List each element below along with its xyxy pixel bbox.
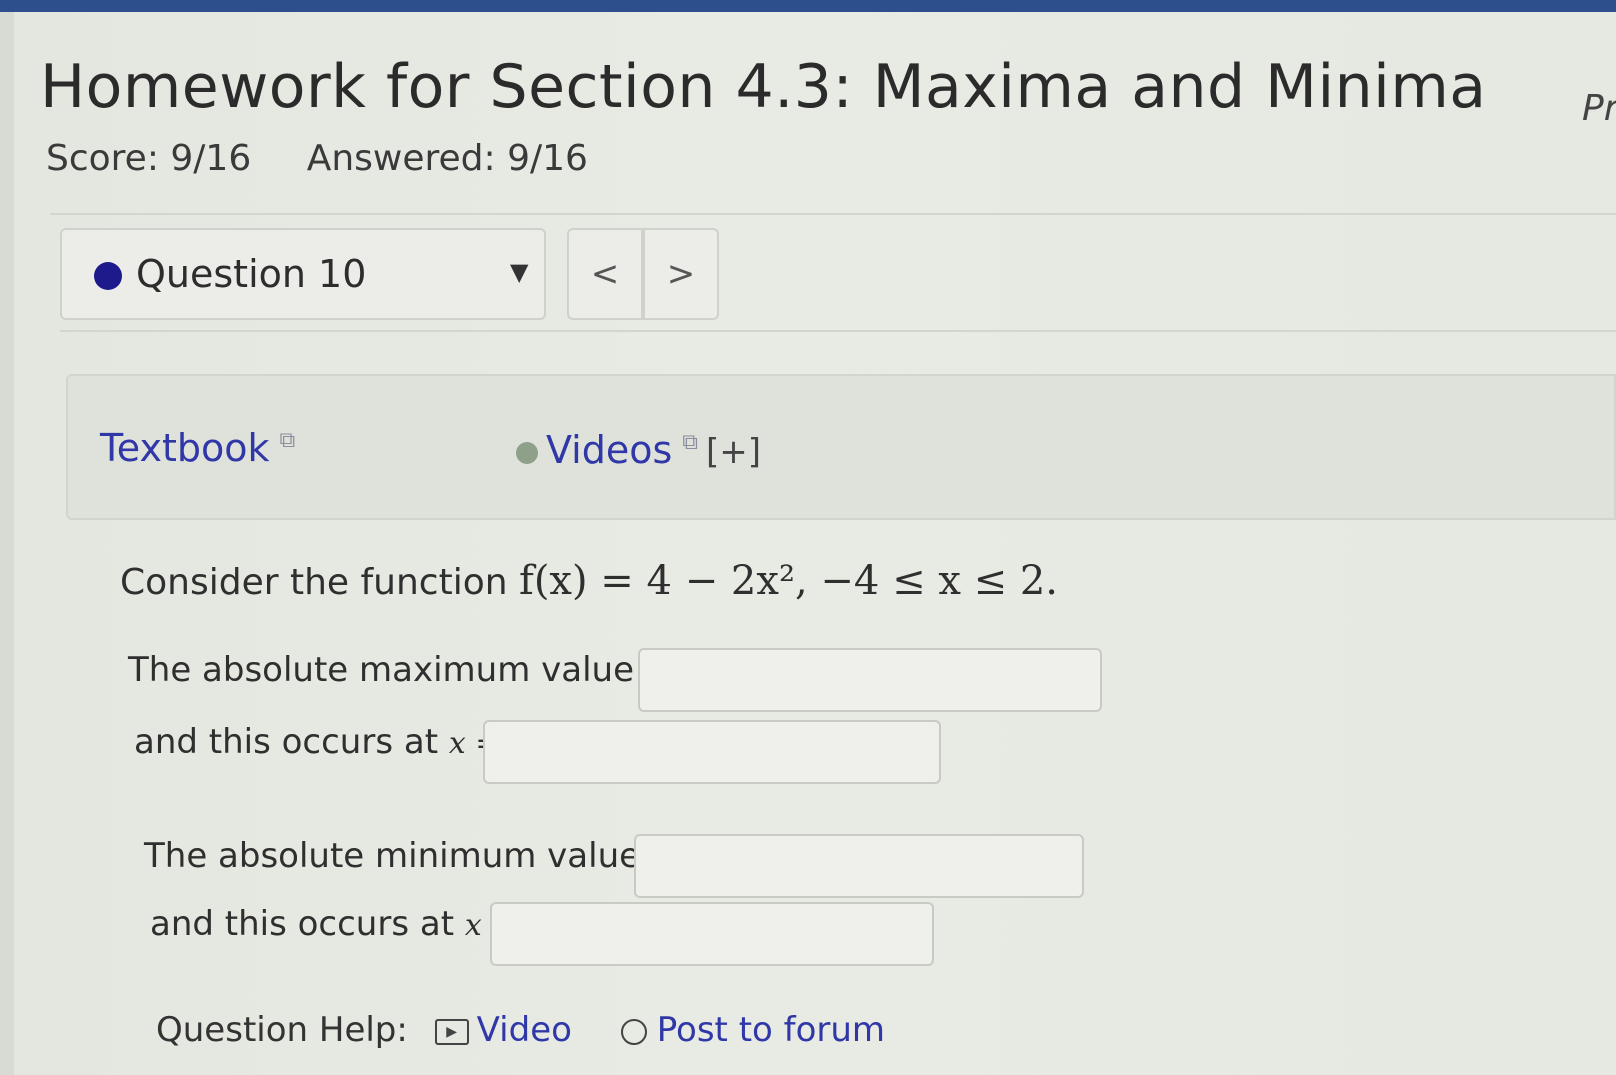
question-help: Question Help: ▶ Video Post to forum — [156, 1010, 885, 1050]
max-location-text: and this occurs at — [134, 722, 439, 762]
divider-bottom — [60, 330, 1616, 332]
speech-bubble-icon — [620, 1018, 647, 1045]
min-value-label: The absolute minimum value is — [144, 836, 679, 876]
question-select-label: Question 10 — [136, 252, 367, 296]
textbook-link[interactable]: Textbook ⧉ — [100, 426, 295, 470]
video-icon: ▶ — [434, 1018, 469, 1045]
min-value-input[interactable] — [634, 834, 1084, 898]
resources-panel: Textbook ⧉ Videos ⧉ [+] — [66, 374, 1616, 520]
status-dot-icon — [94, 262, 122, 290]
max-value-input[interactable] — [638, 648, 1102, 712]
post-to-forum-label: Post to forum — [656, 1010, 886, 1050]
corner-text[interactable]: Pr — [1582, 88, 1616, 129]
min-location-input[interactable] — [490, 902, 934, 966]
function-expression: f(x) = 4 − 2x², −4 ≤ x ≤ 2. — [519, 558, 1058, 604]
expand-videos[interactable]: [+] — [706, 432, 761, 472]
videos-label: Videos — [546, 428, 673, 472]
left-edge — [0, 12, 14, 1075]
divider-top — [50, 213, 1616, 215]
min-location-text: and this occurs at — [150, 904, 455, 944]
external-link-icon: ⧉ — [279, 428, 296, 454]
help-label: Question Help: — [156, 1010, 408, 1050]
max-location-label: and this occurs at x = — [134, 722, 500, 762]
prev-question-button[interactable]: < — [567, 228, 643, 320]
help-video-link[interactable]: ▶ Video — [434, 1010, 572, 1050]
caret-down-icon: ▼ — [510, 258, 529, 286]
min-location-label: and this occurs at x = — [150, 904, 516, 944]
page-title: Homework for Section 4.3: Maxima and Min… — [40, 52, 1487, 122]
answered: Answered: 9/16 — [306, 138, 588, 179]
score: Score: 9/16 — [46, 138, 252, 179]
max-value-label: The absolute maximum value is — [128, 650, 672, 690]
post-to-forum-link[interactable]: Post to forum — [599, 1010, 885, 1050]
top-bar — [0, 0, 1616, 12]
external-link-icon: ⧉ — [682, 430, 698, 456]
question-select[interactable]: Question 10 ▼ — [60, 228, 546, 320]
next-question-button[interactable]: > — [643, 228, 719, 320]
videos-link[interactable]: Videos ⧉ [+] — [516, 428, 761, 472]
textbook-label: Textbook — [100, 426, 270, 470]
help-video-label: Video — [476, 1010, 572, 1050]
question-prompt: Consider the function f(x) = 4 − 2x², −4… — [120, 558, 1058, 604]
max-location-input[interactable] — [483, 720, 941, 784]
score-line: Score: 9/16 Answered: 9/16 — [46, 138, 632, 179]
video-library-icon — [516, 441, 538, 464]
prompt-intro: Consider the function — [120, 562, 508, 603]
